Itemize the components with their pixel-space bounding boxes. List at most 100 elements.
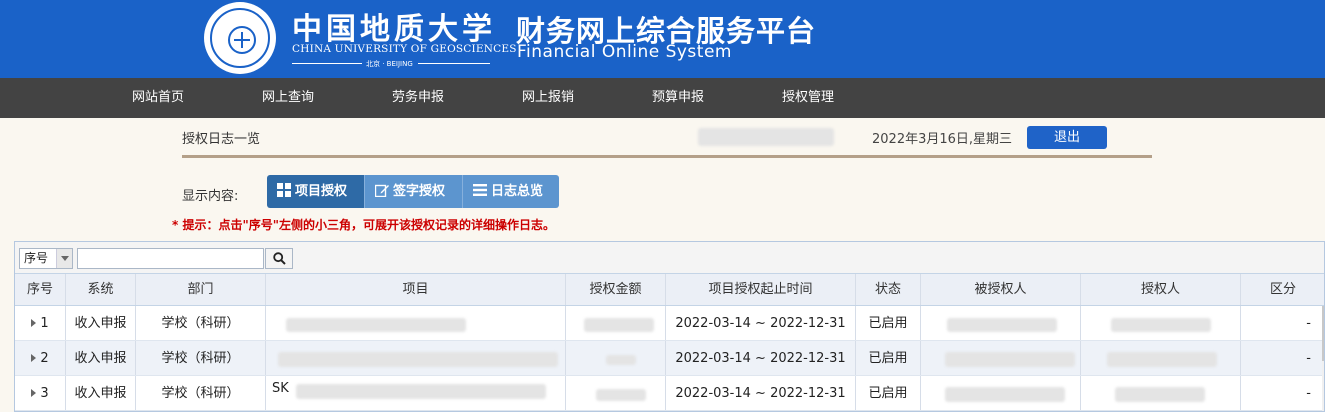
redacted-grantee xyxy=(945,352,1075,367)
cell-period: 2022-03-14 ~ 2022-12-31 xyxy=(666,341,856,375)
university-seal-icon xyxy=(204,2,276,74)
row-no[interactable]: 3 xyxy=(15,376,66,410)
university-name-cn: 中国地质大学 xyxy=(292,12,496,47)
divider xyxy=(418,63,490,64)
cell-grantor xyxy=(1081,376,1241,410)
cell-amount xyxy=(566,376,666,410)
cell-dept: 学校（科研） xyxy=(136,341,266,375)
redacted-grantee xyxy=(945,387,1065,402)
col-project[interactable]: 项目 xyxy=(266,274,566,305)
nav-authorization[interactable]: 授权管理 xyxy=(782,78,834,118)
nav-budget[interactable]: 预算申报 xyxy=(652,78,704,118)
redacted-amount xyxy=(596,389,646,401)
chevron-down-icon xyxy=(56,249,72,268)
cell-status: 已启用 xyxy=(856,306,921,340)
redacted-project xyxy=(286,318,466,332)
current-date: 2022年3月16日,星期三 xyxy=(872,132,1013,147)
redacted-amount xyxy=(584,318,654,332)
tab-label: 签字授权 xyxy=(393,184,446,199)
page-title: 授权日志一览 xyxy=(182,132,261,147)
table-row[interactable]: 3 收入申报 学校（科研） SK 2022-03-14 ~ 2022-12-31… xyxy=(15,376,1324,411)
cell-dept: 学校（科研） xyxy=(136,376,266,410)
expand-triangle-icon[interactable] xyxy=(31,319,37,327)
col-status[interactable]: 状态 xyxy=(856,274,921,305)
col-grantee[interactable]: 被授权人 xyxy=(921,274,1081,305)
nav-labor[interactable]: 劳务申报 xyxy=(392,78,444,118)
table-row[interactable]: 2 收入申报 学校（科研） 2022-03-14 ~ 2022-12-31 已启… xyxy=(15,341,1324,376)
tab-project-authorization[interactable]: 项目授权 xyxy=(267,175,365,208)
tab-log-overview[interactable]: 日志总览 xyxy=(463,175,559,208)
search-icon xyxy=(273,252,286,265)
divider xyxy=(292,63,362,64)
cell-system: 收入申报 xyxy=(66,306,136,340)
redacted-amount xyxy=(606,355,636,365)
title-divider xyxy=(182,155,1152,158)
nav-home[interactable]: 网站首页 xyxy=(132,78,184,118)
cell-grantee xyxy=(921,376,1081,410)
nav-reimburse[interactable]: 网上报销 xyxy=(522,78,574,118)
search-field-select[interactable]: 序号 xyxy=(19,248,73,269)
logout-button[interactable]: 退出 xyxy=(1027,126,1107,149)
cell-kind: - xyxy=(1241,306,1324,340)
redacted-user-info xyxy=(698,128,834,146)
list-icon xyxy=(473,184,487,196)
cell-kind: - xyxy=(1241,376,1324,410)
cell-system: 收入申报 xyxy=(66,341,136,375)
search-field-value: 序号 xyxy=(24,251,49,265)
grid-icon xyxy=(277,183,291,197)
cell-amount xyxy=(566,306,666,340)
cell-kind: - xyxy=(1241,341,1324,375)
cell-grantee xyxy=(921,341,1081,375)
tab-label: 项目授权 xyxy=(295,184,348,199)
expand-triangle-icon[interactable] xyxy=(31,354,37,362)
row-no-value: 1 xyxy=(40,316,49,331)
redacted-grantor xyxy=(1111,318,1211,332)
cell-project: SK xyxy=(266,376,566,410)
col-period[interactable]: 项目授权起止时间 xyxy=(666,274,856,305)
expand-tip: * 提示：点击"序号"左侧的小三角，可展开该授权记录的详细操作日志。 xyxy=(172,218,555,232)
search-button[interactable] xyxy=(265,248,293,269)
search-input[interactable] xyxy=(77,248,264,269)
redacted-project xyxy=(296,384,546,399)
redacted-project xyxy=(278,352,558,367)
redacted-grantor xyxy=(1107,352,1217,367)
cell-project-value: SK xyxy=(272,381,289,396)
cell-amount xyxy=(566,341,666,375)
grid-toolbar: 序号 xyxy=(15,242,1324,274)
cell-status: 已启用 xyxy=(856,341,921,375)
cell-system: 收入申报 xyxy=(66,376,136,410)
main-nav: 网站首页 网上查询 劳务申报 网上报销 预算申报 授权管理 xyxy=(0,78,1325,118)
cell-period: 2022-03-14 ~ 2022-12-31 xyxy=(666,376,856,410)
nav-query[interactable]: 网上查询 xyxy=(262,78,314,118)
col-system[interactable]: 系统 xyxy=(66,274,136,305)
col-no[interactable]: 序号 xyxy=(15,274,66,305)
redacted-grantor xyxy=(1115,387,1205,402)
table-header: 序号 系统 部门 项目 授权金额 项目授权起止时间 状态 被授权人 授权人 区分 xyxy=(15,274,1324,306)
col-grantor[interactable]: 授权人 xyxy=(1081,274,1241,305)
cell-grantor xyxy=(1081,306,1241,340)
cell-grantor xyxy=(1081,341,1241,375)
cell-dept: 学校（科研） xyxy=(136,306,266,340)
col-amount[interactable]: 授权金额 xyxy=(566,274,666,305)
system-title-en: Financial Online System xyxy=(517,42,732,62)
university-city: 北京 · BEIJING xyxy=(366,60,413,68)
redacted-grantee xyxy=(947,318,1057,332)
table-row[interactable]: 1 收入申报 学校（科研） 2022-03-14 ~ 2022-12-31 已启… xyxy=(15,306,1324,341)
cell-project xyxy=(266,341,566,375)
tab-signature-authorization[interactable]: 签字授权 xyxy=(365,175,463,208)
row-no[interactable]: 2 xyxy=(15,341,66,375)
cell-project xyxy=(266,306,566,340)
view-label: 显示内容: xyxy=(182,189,239,204)
row-no-value: 2 xyxy=(40,351,49,366)
site-header: 中国地质大学 CHINA UNIVERSITY OF GEOSCIENCES 北… xyxy=(0,0,1325,78)
col-kind[interactable]: 区分 xyxy=(1241,274,1324,305)
expand-triangle-icon[interactable] xyxy=(31,389,37,397)
col-dept[interactable]: 部门 xyxy=(136,274,266,305)
edit-icon xyxy=(375,184,389,197)
row-no[interactable]: 1 xyxy=(15,306,66,340)
cell-status: 已启用 xyxy=(856,376,921,410)
row-no-value: 3 xyxy=(40,386,49,401)
university-name-en: CHINA UNIVERSITY OF GEOSCIENCES xyxy=(292,43,517,55)
cell-period: 2022-03-14 ~ 2022-12-31 xyxy=(666,306,856,340)
tab-label: 日志总览 xyxy=(491,184,544,199)
